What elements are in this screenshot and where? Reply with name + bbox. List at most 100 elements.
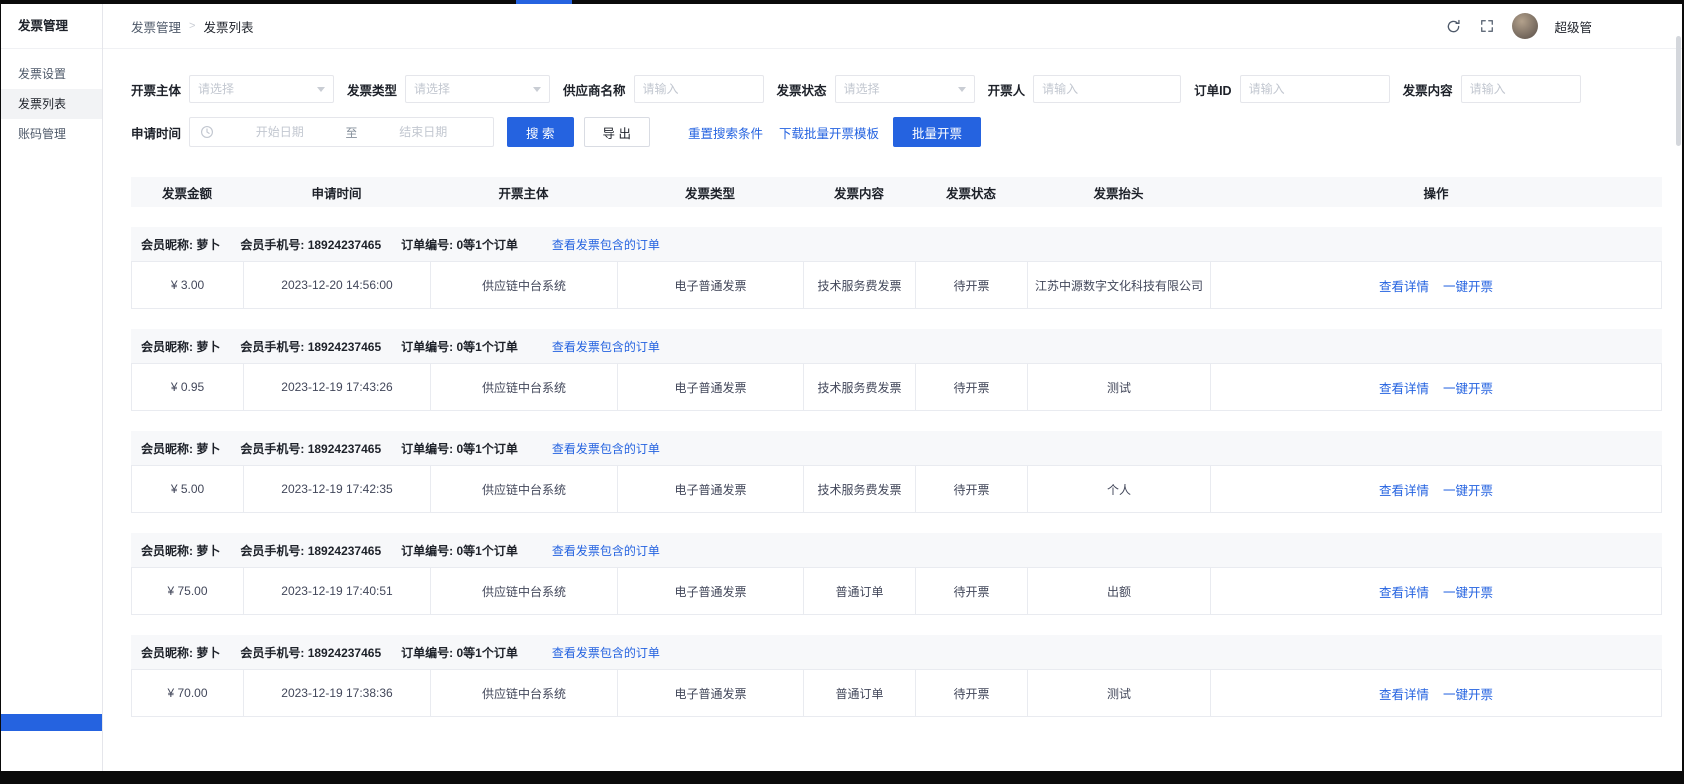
- cell-invoice-content: 技术服务费发票: [804, 466, 916, 512]
- cell-operation: 查看详情 一键开票: [1211, 262, 1661, 308]
- cell-invoice-amount: ¥ 0.95: [132, 364, 244, 410]
- filter-invoice-status-label: 发票状态: [777, 80, 827, 99]
- sidebar: 发票管理 发票设置 发票列表 账码管理: [1, 4, 103, 771]
- member-order-no: 订单编号: 0等1个订单: [401, 440, 518, 457]
- invoice-group: 会员昵称: 萝卜 会员手机号: 18924237465 订单编号: 0等1个订单…: [131, 635, 1662, 717]
- invoice-subject-select[interactable]: [189, 75, 334, 103]
- filter-order-id: 订单ID: [1194, 75, 1390, 103]
- cell-invoice-type: 电子普通发票: [618, 568, 804, 614]
- invoice-type-input[interactable]: [414, 82, 527, 96]
- apply-time-range-picker[interactable]: 至: [189, 117, 494, 147]
- window-edge-left: [0, 0, 1, 784]
- cell-invoice-type: 电子普通发票: [618, 262, 804, 308]
- filter-invoice-type: 发票类型: [347, 75, 550, 103]
- window-top-strip: [0, 0, 1684, 4]
- cell-invoice-content: 技术服务费发票: [804, 262, 916, 308]
- invoice-row: ¥ 70.00 2023-12-19 17:38:36 供应链中台系统 电子普通…: [131, 669, 1662, 717]
- order-id-field[interactable]: [1240, 75, 1390, 103]
- invoicer-field[interactable]: [1033, 75, 1181, 103]
- invoice-row: ¥ 0.95 2023-12-19 17:43:26 供应链中台系统 电子普通发…: [131, 363, 1662, 411]
- member-order-value: 0等1个订单: [456, 340, 517, 354]
- member-phone-value: 18924237465: [308, 340, 381, 354]
- filter-invoice-content-label: 发票内容: [1403, 80, 1453, 99]
- sidebar-collapse-button[interactable]: [1, 714, 102, 731]
- content: 开票主体 发票类型 供应商名称: [103, 49, 1682, 771]
- member-order-value: 0等1个订单: [456, 238, 517, 252]
- view-included-orders-link[interactable]: 查看发票包含的订单: [552, 236, 660, 253]
- member-order-label: 订单编号:: [401, 442, 453, 456]
- main-area: 发票管理 > 发票列表 超级管: [103, 4, 1682, 771]
- header-invoice-status: 发票状态: [915, 183, 1027, 202]
- member-nickname: 会员昵称: 萝卜: [141, 644, 220, 661]
- header-apply-time: 申请时间: [243, 183, 430, 202]
- supplier-name-input[interactable]: [643, 82, 755, 96]
- one-click-invoice-link[interactable]: 一键开票: [1443, 276, 1493, 295]
- cell-invoice-content: 普通订单: [804, 568, 916, 614]
- view-detail-link[interactable]: 查看详情: [1379, 480, 1429, 499]
- chevron-down-icon: [958, 87, 966, 92]
- clock-icon: [200, 125, 214, 139]
- view-included-orders-link[interactable]: 查看发票包含的订单: [552, 338, 660, 355]
- sidebar-item-account-code[interactable]: 账码管理: [1, 119, 102, 149]
- cell-invoice-status: 待开票: [916, 568, 1028, 614]
- reset-search-link[interactable]: 重置搜索条件: [688, 123, 763, 142]
- view-included-orders-link[interactable]: 查看发票包含的订单: [552, 440, 660, 457]
- cell-invoice-subject: 供应链中台系统: [431, 670, 618, 716]
- breadcrumb-invoice-list: 发票列表: [203, 17, 253, 36]
- view-detail-link[interactable]: 查看详情: [1379, 276, 1429, 295]
- header-operation: 操作: [1210, 183, 1662, 202]
- member-phone: 会员手机号: 18924237465: [240, 542, 381, 559]
- one-click-invoice-link[interactable]: 一键开票: [1443, 480, 1493, 499]
- member-phone: 会员手机号: 18924237465: [240, 338, 381, 355]
- download-batch-template-link[interactable]: 下载批量开票模板: [779, 123, 879, 142]
- view-detail-link[interactable]: 查看详情: [1379, 582, 1429, 601]
- sidebar-item-invoice-list[interactable]: 发票列表: [1, 89, 102, 119]
- member-order-value: 0等1个订单: [456, 646, 517, 660]
- invoice-status-select[interactable]: [835, 75, 975, 103]
- supplier-name-field[interactable]: [634, 75, 764, 103]
- invoice-row: ¥ 75.00 2023-12-19 17:40:51 供应链中台系统 电子普通…: [131, 567, 1662, 615]
- one-click-invoice-link[interactable]: 一键开票: [1443, 378, 1493, 397]
- cell-invoice-amount: ¥ 70.00: [132, 670, 244, 716]
- invoice-type-select[interactable]: [405, 75, 550, 103]
- invoice-subject-input[interactable]: [198, 82, 311, 96]
- member-order-value: 0等1个订单: [456, 544, 517, 558]
- topbar: 发票管理 > 发票列表 超级管: [103, 4, 1682, 49]
- cell-invoice-amount: ¥ 75.00: [132, 568, 244, 614]
- batch-invoice-button[interactable]: 批量开票: [893, 117, 981, 147]
- member-nickname-value: 萝卜: [196, 340, 220, 354]
- cell-apply-time: 2023-12-19 17:40:51: [244, 568, 431, 614]
- vertical-scrollbar-thumb[interactable]: [1676, 36, 1681, 146]
- view-included-orders-link[interactable]: 查看发票包含的订单: [552, 542, 660, 559]
- username[interactable]: 超级管: [1554, 17, 1592, 36]
- invoice-content-input[interactable]: [1470, 82, 1572, 96]
- invoicer-input[interactable]: [1042, 82, 1172, 96]
- cell-invoice-amount: ¥ 3.00: [132, 262, 244, 308]
- invoice-status-input[interactable]: [844, 82, 952, 96]
- one-click-invoice-link[interactable]: 一键开票: [1443, 684, 1493, 703]
- end-date-input[interactable]: [364, 125, 484, 139]
- cell-invoice-subject: 供应链中台系统: [431, 364, 618, 410]
- search-button[interactable]: 搜 索: [507, 117, 573, 147]
- refresh-icon[interactable]: [1444, 17, 1462, 35]
- invoice-content-field[interactable]: [1461, 75, 1581, 103]
- member-nickname: 会员昵称: 萝卜: [141, 338, 220, 355]
- invoice-group: 会员昵称: 萝卜 会员手机号: 18924237465 订单编号: 0等1个订单…: [131, 533, 1662, 615]
- export-button[interactable]: 导 出: [584, 117, 650, 147]
- sidebar-item-invoice-settings[interactable]: 发票设置: [1, 59, 102, 89]
- breadcrumb-invoice-management[interactable]: 发票管理: [131, 17, 181, 36]
- order-id-input[interactable]: [1249, 82, 1381, 96]
- cell-invoice-status: 待开票: [916, 670, 1028, 716]
- chevron-down-icon: [317, 87, 325, 92]
- user-avatar[interactable]: [1512, 13, 1538, 39]
- view-included-orders-link[interactable]: 查看发票包含的订单: [552, 644, 660, 661]
- filter-apply-time: 申请时间 至: [131, 117, 494, 147]
- one-click-invoice-link[interactable]: 一键开票: [1443, 582, 1493, 601]
- fullscreen-icon[interactable]: [1478, 17, 1496, 35]
- cell-apply-time: 2023-12-19 17:42:35: [244, 466, 431, 512]
- view-detail-link[interactable]: 查看详情: [1379, 684, 1429, 703]
- start-date-input[interactable]: [220, 125, 340, 139]
- view-detail-link[interactable]: 查看详情: [1379, 378, 1429, 397]
- member-order-label: 订单编号:: [401, 646, 453, 660]
- cell-invoice-type: 电子普通发票: [618, 364, 804, 410]
